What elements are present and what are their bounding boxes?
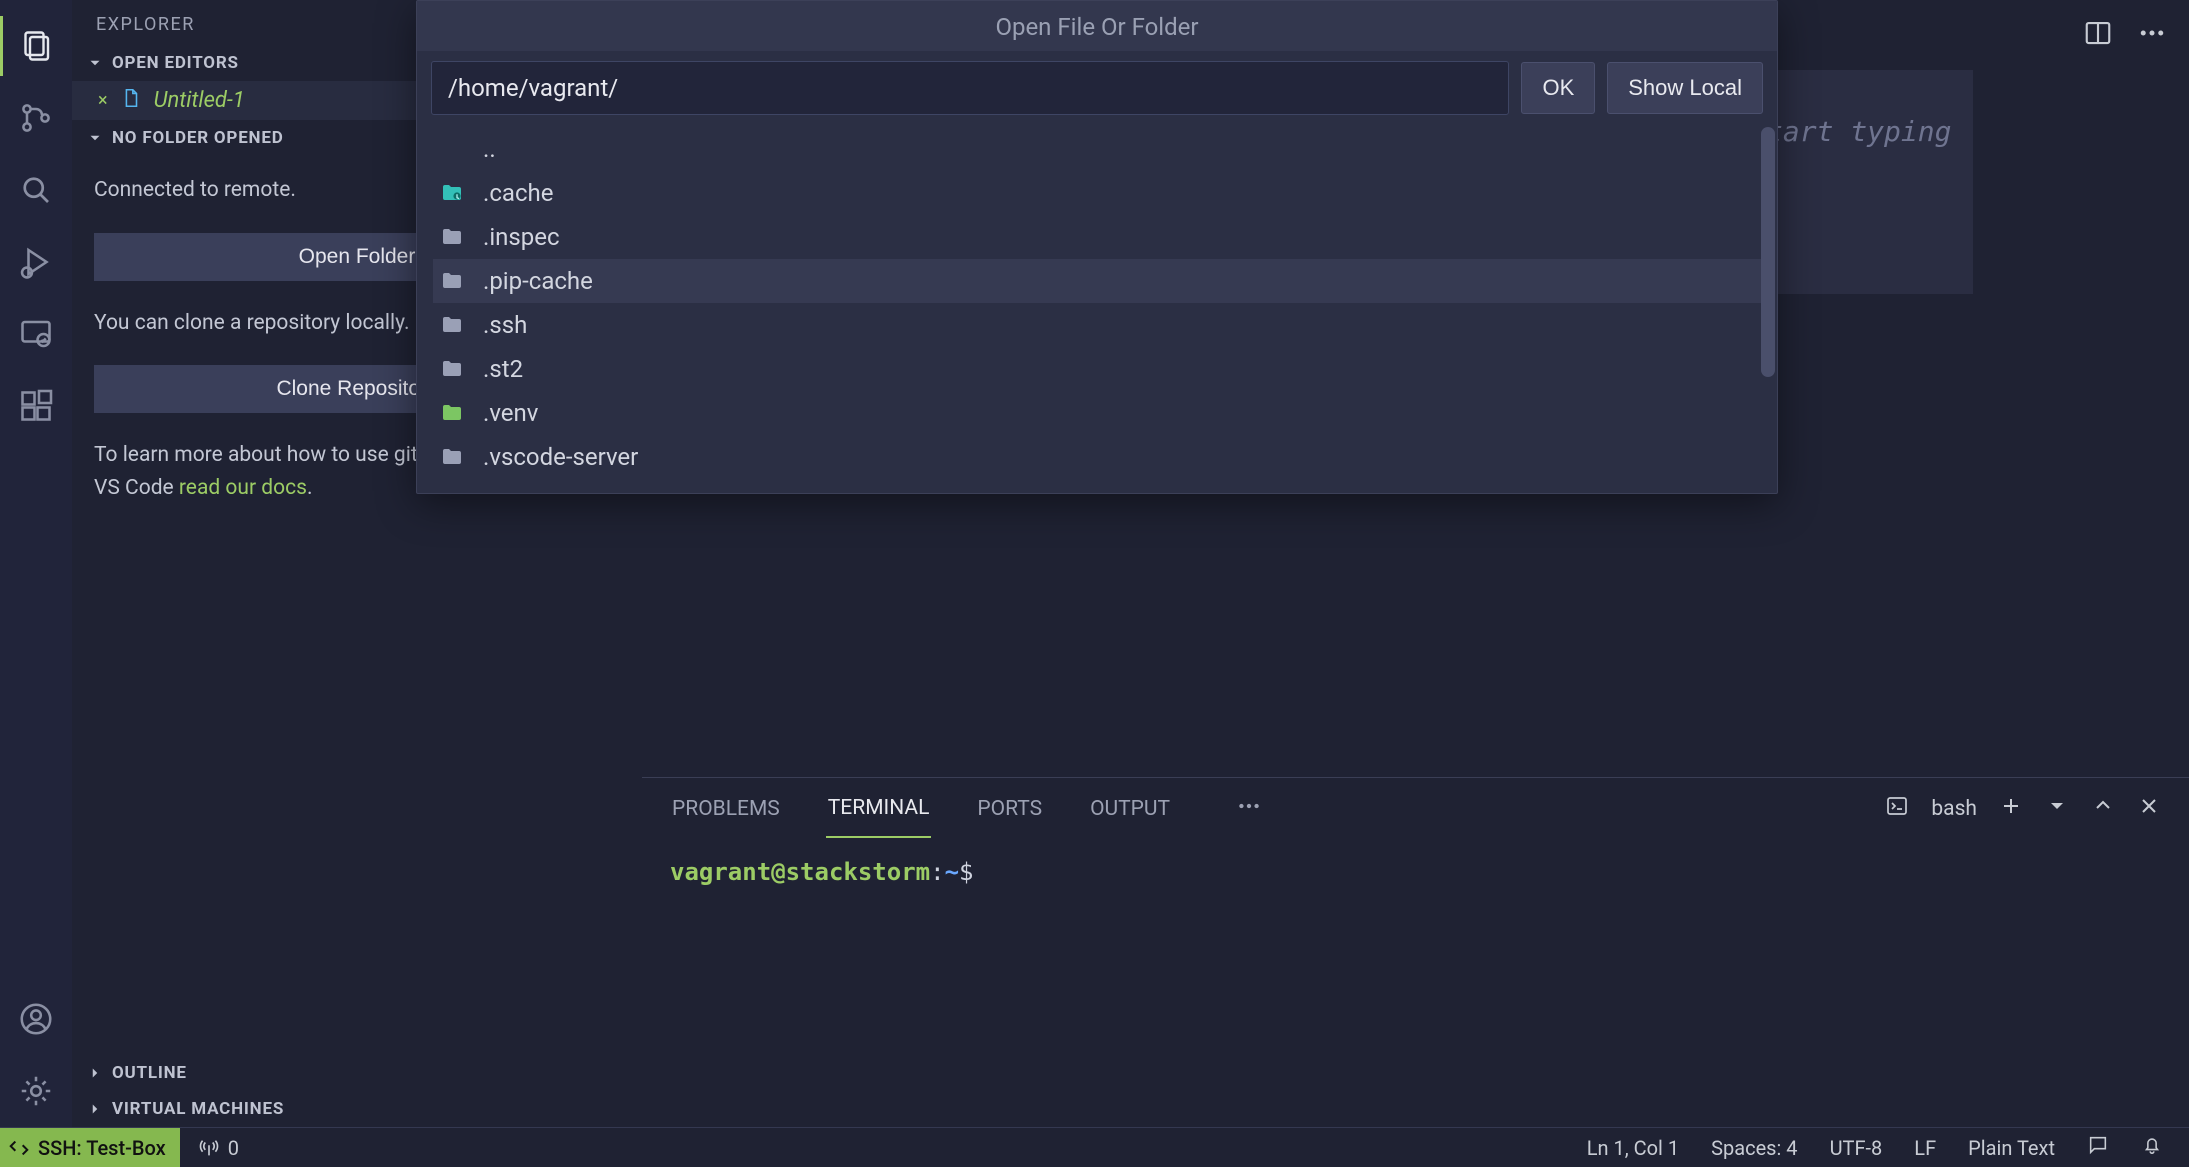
status-remote-label: SSH: Test-Box bbox=[38, 1136, 166, 1160]
status-bell-icon[interactable] bbox=[2141, 1134, 2163, 1161]
panel-tabs: PROBLEMS TERMINAL PORTS OUTPUT bash bbox=[642, 778, 2189, 840]
open-file-ok-button[interactable]: OK bbox=[1521, 62, 1595, 114]
open-file-path-input[interactable] bbox=[431, 61, 1509, 115]
split-editor-icon[interactable] bbox=[2083, 18, 2113, 52]
terminal-dropdown-icon[interactable] bbox=[2045, 794, 2069, 824]
status-ports-item[interactable]: 0 bbox=[198, 1136, 239, 1160]
activity-source-control-icon[interactable] bbox=[0, 82, 72, 154]
status-bar: SSH: Test-Box 0 Ln 1, Col 1 Spaces: 4 UT… bbox=[0, 1127, 2189, 1167]
folder-icon bbox=[439, 357, 465, 381]
panel-maximize-icon[interactable] bbox=[2091, 794, 2115, 824]
antenna-icon bbox=[198, 1137, 220, 1159]
status-encoding[interactable]: UTF-8 bbox=[1830, 1136, 1883, 1160]
open-file-item[interactable]: .. bbox=[433, 127, 1761, 171]
folder-icon bbox=[439, 225, 465, 249]
status-lncol[interactable]: Ln 1, Col 1 bbox=[1587, 1136, 1679, 1160]
folder-icon bbox=[439, 181, 465, 205]
open-file-item[interactable]: .venv bbox=[433, 391, 1761, 435]
open-file-name: Untitled-1 bbox=[154, 88, 245, 113]
term-host: stackstorm bbox=[786, 858, 931, 886]
status-eol[interactable]: LF bbox=[1914, 1136, 1936, 1160]
tab-problems[interactable]: PROBLEMS bbox=[670, 781, 782, 837]
activity-search-icon[interactable] bbox=[0, 154, 72, 226]
activity-account-icon[interactable] bbox=[0, 983, 72, 1055]
open-file-item[interactable]: .cache bbox=[433, 171, 1761, 215]
panel-more-icon[interactable] bbox=[1236, 793, 1262, 825]
status-ports-count: 0 bbox=[228, 1136, 239, 1160]
open-file-item-label: .cache bbox=[483, 179, 553, 207]
open-file-item[interactable]: .vscode-server bbox=[433, 435, 1761, 479]
folder-icon bbox=[439, 269, 465, 293]
status-feedback-icon[interactable] bbox=[2087, 1134, 2109, 1161]
activity-extensions-icon[interactable] bbox=[0, 370, 72, 442]
open-file-dialog-title: Open File Or Folder bbox=[417, 1, 1777, 51]
activity-bar bbox=[0, 0, 72, 1127]
no-folder-label: NO FOLDER OPENED bbox=[112, 128, 284, 148]
new-terminal-icon[interactable] bbox=[1999, 794, 2023, 824]
terminal-shell-name[interactable]: bash bbox=[1931, 797, 1977, 821]
open-file-item-label: .pip-cache bbox=[483, 267, 593, 295]
outline-header[interactable]: OUTLINE bbox=[72, 1055, 642, 1091]
folder-icon bbox=[439, 401, 465, 425]
open-file-show-local-button[interactable]: Show Local bbox=[1607, 62, 1763, 114]
file-icon bbox=[120, 87, 142, 114]
more-actions-icon[interactable] bbox=[2137, 18, 2167, 52]
activity-settings-icon[interactable] bbox=[0, 1055, 72, 1127]
status-remote-chip[interactable]: SSH: Test-Box bbox=[0, 1128, 180, 1167]
status-language[interactable]: Plain Text bbox=[1968, 1136, 2055, 1160]
virtual-machines-header[interactable]: VIRTUAL MACHINES bbox=[72, 1091, 642, 1127]
open-file-item[interactable]: .pip-cache bbox=[433, 259, 1761, 303]
open-file-item[interactable]: .inspec bbox=[433, 215, 1761, 259]
tab-output[interactable]: OUTPUT bbox=[1088, 781, 1172, 837]
activity-run-debug-icon[interactable] bbox=[0, 226, 72, 298]
tab-terminal[interactable]: TERMINAL bbox=[826, 780, 932, 838]
close-file-icon[interactable]: × bbox=[98, 92, 108, 110]
panel-close-icon[interactable] bbox=[2137, 794, 2161, 824]
open-file-dialog: Open File Or Folder OK Show Local .. .cac… bbox=[416, 0, 1778, 494]
terminal-profile-icon[interactable] bbox=[1885, 794, 1909, 824]
terminal-body[interactable]: vagrant@stackstorm:~$ bbox=[642, 840, 2189, 904]
outline-label: OUTLINE bbox=[112, 1063, 187, 1083]
open-file-item-label: .st2 bbox=[483, 355, 523, 383]
open-file-item[interactable]: .ssh bbox=[433, 303, 1761, 347]
open-file-item[interactable]: .st2 bbox=[433, 347, 1761, 391]
term-path: ~ bbox=[945, 858, 959, 886]
folder-icon bbox=[439, 313, 465, 337]
term-user: vagrant bbox=[670, 858, 771, 886]
open-file-item-label: .venv bbox=[483, 399, 538, 427]
virtual-machines-label: VIRTUAL MACHINES bbox=[112, 1099, 284, 1119]
bottom-panel: PROBLEMS TERMINAL PORTS OUTPUT bash bbox=[642, 777, 2189, 1127]
open-file-item-label: .ssh bbox=[483, 311, 527, 339]
tab-ports[interactable]: PORTS bbox=[975, 781, 1044, 837]
read-our-docs-link[interactable]: read our docs bbox=[179, 476, 307, 500]
open-file-listing: .. .cache .inspec .pip-cache .ssh .st2 .venv .v… bbox=[417, 127, 1777, 493]
term-symbol: $ bbox=[959, 858, 973, 886]
activity-remote-explorer-icon[interactable] bbox=[0, 298, 72, 370]
open-file-item-label: .vscode-server bbox=[483, 443, 638, 471]
open-file-item-label: .. bbox=[483, 135, 496, 163]
open-editors-label: OPEN EDITORS bbox=[112, 53, 239, 73]
folder-icon bbox=[439, 445, 465, 469]
open-file-item-label: .inspec bbox=[483, 223, 560, 251]
status-spaces[interactable]: Spaces: 4 bbox=[1711, 1136, 1797, 1160]
open-file-scrollbar[interactable] bbox=[1761, 127, 1775, 377]
activity-explorer-icon[interactable] bbox=[0, 10, 72, 82]
